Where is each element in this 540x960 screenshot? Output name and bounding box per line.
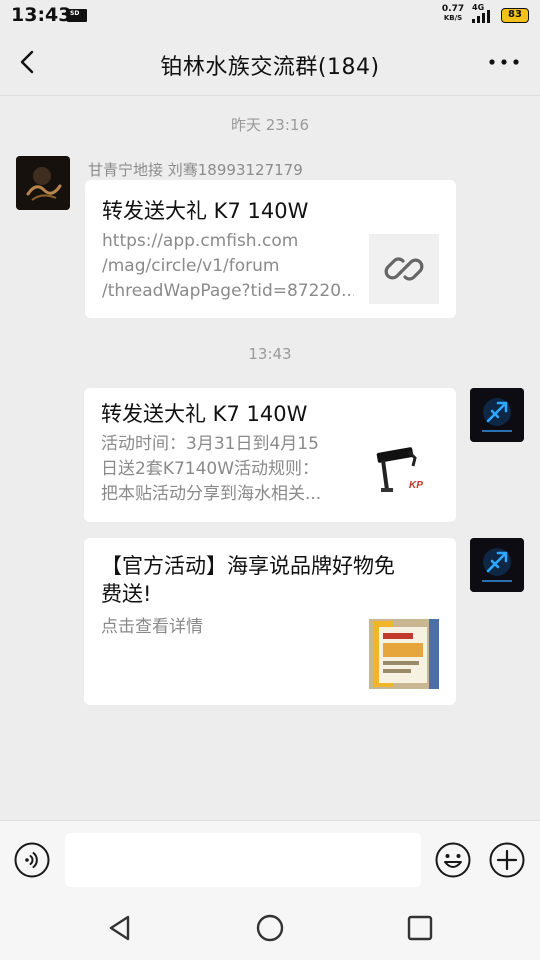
message-timestamp: 13:43 bbox=[248, 345, 292, 363]
link-message-bubble[interactable]: 转发送大礼 K7 140W 活动时间：3月31日到4月15 日送2套K7140W… bbox=[84, 388, 456, 522]
status-time: 13:43 bbox=[11, 4, 72, 26]
emoji-button[interactable] bbox=[435, 842, 471, 878]
message-desc-line: https://app.cmfish.com bbox=[102, 231, 299, 251]
plus-icon bbox=[489, 842, 525, 878]
message-desc-line: /threadWapPage?tid=87220... bbox=[102, 281, 354, 301]
nav-recents-button[interactable] bbox=[404, 912, 436, 944]
avatar-image bbox=[16, 156, 70, 210]
network-speed: 0.77 KB/S bbox=[441, 5, 465, 23]
more-functions-button[interactable] bbox=[489, 842, 525, 878]
message-timestamp: 昨天 23:16 bbox=[231, 116, 309, 134]
chat-header: 铂林水族交流群(184) bbox=[0, 30, 540, 96]
message-desc-line: 活动时间：3月31日到4月15 bbox=[101, 434, 319, 454]
nav-home-button[interactable] bbox=[254, 912, 286, 944]
message-title: 转发送大礼 K7 140W bbox=[101, 402, 308, 426]
triangle-back-icon bbox=[109, 915, 130, 941]
message-title-line: 【官方活动】海享说品牌好物免 bbox=[101, 554, 395, 578]
sender-avatar[interactable] bbox=[16, 156, 70, 210]
lamp-product-image: KP bbox=[369, 438, 439, 508]
svg-text:KP: KP bbox=[409, 480, 423, 491]
link-icon bbox=[384, 257, 424, 281]
product-photo bbox=[369, 619, 439, 689]
sd-card-icon bbox=[67, 9, 87, 22]
input-bar bbox=[0, 820, 540, 898]
link-message-bubble[interactable]: 【官方活动】海享说品牌好物免 费送! 点击查看详情 bbox=[84, 538, 456, 705]
voice-icon bbox=[14, 842, 50, 878]
sagittarius-avatar-icon bbox=[470, 388, 524, 442]
circle-home-icon bbox=[256, 914, 284, 942]
message-desc-line: 点击查看详情 bbox=[101, 617, 203, 637]
link-thumbnail bbox=[369, 234, 439, 304]
network-speed-unit: KB/S bbox=[443, 14, 463, 22]
nav-back-button[interactable] bbox=[104, 912, 136, 944]
chat-area[interactable]: 昨天 23:16 甘青宁地接 刘骞18993127179 转发送大礼 K7 14… bbox=[0, 96, 540, 820]
message-desc-line: 日送2套K7140W活动规则： bbox=[101, 459, 320, 479]
sagittarius-avatar-icon bbox=[470, 538, 524, 592]
chat-title: 铂林水族交流群(184) bbox=[160, 55, 380, 80]
my-avatar[interactable] bbox=[470, 388, 524, 442]
link-message-bubble[interactable]: 转发送大礼 K7 140W https://app.cmfish.com /ma… bbox=[85, 180, 456, 318]
square-recents-icon bbox=[407, 915, 433, 941]
signal-icon bbox=[472, 10, 494, 23]
battery-icon: 83 bbox=[501, 8, 529, 23]
voice-button[interactable] bbox=[14, 842, 50, 878]
more-button[interactable] bbox=[484, 50, 524, 74]
more-dots-icon bbox=[489, 59, 519, 65]
lamp-image: KP bbox=[376, 447, 423, 492]
product-photo-image bbox=[369, 619, 439, 689]
message-title-line: 费送! bbox=[101, 582, 152, 606]
sender-name: 甘青宁地接 刘骞18993127179 bbox=[88, 161, 303, 179]
system-nav-bar bbox=[0, 898, 540, 960]
status-bar: 13:43 0.77 KB/S 4G 83 bbox=[0, 0, 540, 30]
message-desc-line: 把本贴活动分享到海水相关... bbox=[101, 484, 322, 504]
my-avatar[interactable] bbox=[470, 538, 524, 592]
network-speed-value: 0.77 bbox=[441, 4, 465, 14]
message-input[interactable] bbox=[65, 833, 421, 887]
message-title: 转发送大礼 K7 140W bbox=[102, 199, 309, 223]
message-desc-line: /mag/circle/v1/forum bbox=[102, 256, 280, 276]
emoji-icon bbox=[435, 842, 471, 878]
